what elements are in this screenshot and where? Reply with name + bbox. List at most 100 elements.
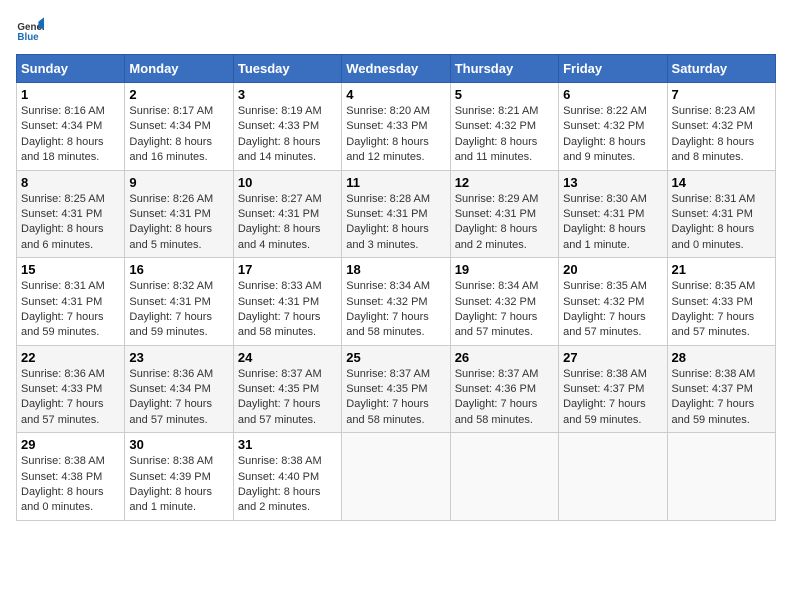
sunset-label: Sunset: 4:33 PM xyxy=(238,120,319,132)
day-number: 23 xyxy=(129,350,228,365)
calendar-header-row: SundayMondayTuesdayWednesdayThursdayFrid… xyxy=(17,55,776,83)
sunrise-label: Sunrise: 8:26 AM xyxy=(129,193,213,205)
sunrise-label: Sunrise: 8:38 AM xyxy=(238,455,322,467)
day-number: 1 xyxy=(21,87,120,102)
sunrise-label: Sunrise: 8:32 AM xyxy=(129,280,213,292)
sunrise-label: Sunrise: 8:34 AM xyxy=(455,280,539,292)
calendar-cell: 6 Sunrise: 8:22 AM Sunset: 4:32 PM Dayli… xyxy=(559,83,667,171)
day-info: Sunrise: 8:31 AM Sunset: 4:31 PM Dayligh… xyxy=(672,192,771,254)
sunset-label: Sunset: 4:32 PM xyxy=(346,296,427,308)
day-info: Sunrise: 8:37 AM Sunset: 4:36 PM Dayligh… xyxy=(455,367,554,429)
day-number: 29 xyxy=(21,437,120,452)
day-number: 4 xyxy=(346,87,445,102)
day-number: 30 xyxy=(129,437,228,452)
calendar-cell xyxy=(559,433,667,521)
day-number: 8 xyxy=(21,175,120,190)
sunrise-label: Sunrise: 8:16 AM xyxy=(21,105,105,117)
day-number: 5 xyxy=(455,87,554,102)
calendar-cell: 30 Sunrise: 8:38 AM Sunset: 4:39 PM Dayl… xyxy=(125,433,233,521)
day-info: Sunrise: 8:38 AM Sunset: 4:37 PM Dayligh… xyxy=(563,367,662,429)
calendar-week-3: 15 Sunrise: 8:31 AM Sunset: 4:31 PM Dayl… xyxy=(17,258,776,346)
sunset-label: Sunset: 4:31 PM xyxy=(21,296,102,308)
day-number: 15 xyxy=(21,262,120,277)
sunrise-label: Sunrise: 8:33 AM xyxy=(238,280,322,292)
sunset-label: Sunset: 4:31 PM xyxy=(672,208,753,220)
daylight-label: Daylight: 8 hours and 4 minutes. xyxy=(238,223,321,250)
day-number: 27 xyxy=(563,350,662,365)
sunset-label: Sunset: 4:31 PM xyxy=(563,208,644,220)
daylight-label: Daylight: 8 hours and 16 minutes. xyxy=(129,136,212,163)
sunrise-label: Sunrise: 8:38 AM xyxy=(21,455,105,467)
header-thursday: Thursday xyxy=(450,55,558,83)
daylight-label: Daylight: 8 hours and 0 minutes. xyxy=(21,486,104,513)
sunrise-label: Sunrise: 8:30 AM xyxy=(563,193,647,205)
daylight-label: Daylight: 7 hours and 59 minutes. xyxy=(129,311,212,338)
day-number: 21 xyxy=(672,262,771,277)
day-number: 24 xyxy=(238,350,337,365)
calendar-cell: 31 Sunrise: 8:38 AM Sunset: 4:40 PM Dayl… xyxy=(233,433,341,521)
day-info: Sunrise: 8:21 AM Sunset: 4:32 PM Dayligh… xyxy=(455,104,554,166)
calendar-cell: 13 Sunrise: 8:30 AM Sunset: 4:31 PM Dayl… xyxy=(559,170,667,258)
sunrise-label: Sunrise: 8:27 AM xyxy=(238,193,322,205)
sunrise-label: Sunrise: 8:38 AM xyxy=(563,368,647,380)
calendar-cell: 20 Sunrise: 8:35 AM Sunset: 4:32 PM Dayl… xyxy=(559,258,667,346)
day-info: Sunrise: 8:27 AM Sunset: 4:31 PM Dayligh… xyxy=(238,192,337,254)
day-number: 20 xyxy=(563,262,662,277)
sunset-label: Sunset: 4:33 PM xyxy=(21,383,102,395)
calendar-cell: 27 Sunrise: 8:38 AM Sunset: 4:37 PM Dayl… xyxy=(559,345,667,433)
daylight-label: Daylight: 7 hours and 57 minutes. xyxy=(129,398,212,425)
page-header: General Blue xyxy=(16,16,776,44)
sunrise-label: Sunrise: 8:22 AM xyxy=(563,105,647,117)
sunrise-label: Sunrise: 8:37 AM xyxy=(346,368,430,380)
day-info: Sunrise: 8:29 AM Sunset: 4:31 PM Dayligh… xyxy=(455,192,554,254)
sunrise-label: Sunrise: 8:19 AM xyxy=(238,105,322,117)
sunset-label: Sunset: 4:32 PM xyxy=(563,120,644,132)
calendar-cell: 15 Sunrise: 8:31 AM Sunset: 4:31 PM Dayl… xyxy=(17,258,125,346)
sunrise-label: Sunrise: 8:17 AM xyxy=(129,105,213,117)
day-info: Sunrise: 8:35 AM Sunset: 4:32 PM Dayligh… xyxy=(563,279,662,341)
sunrise-label: Sunrise: 8:28 AM xyxy=(346,193,430,205)
sunset-label: Sunset: 4:31 PM xyxy=(346,208,427,220)
day-number: 9 xyxy=(129,175,228,190)
day-info: Sunrise: 8:19 AM Sunset: 4:33 PM Dayligh… xyxy=(238,104,337,166)
sunset-label: Sunset: 4:37 PM xyxy=(563,383,644,395)
calendar-cell: 18 Sunrise: 8:34 AM Sunset: 4:32 PM Dayl… xyxy=(342,258,450,346)
daylight-label: Daylight: 7 hours and 58 minutes. xyxy=(455,398,538,425)
calendar-cell: 4 Sunrise: 8:20 AM Sunset: 4:33 PM Dayli… xyxy=(342,83,450,171)
sunset-label: Sunset: 4:38 PM xyxy=(21,471,102,483)
day-number: 12 xyxy=(455,175,554,190)
calendar-cell: 11 Sunrise: 8:28 AM Sunset: 4:31 PM Dayl… xyxy=(342,170,450,258)
sunrise-label: Sunrise: 8:35 AM xyxy=(672,280,756,292)
calendar-cell xyxy=(342,433,450,521)
daylight-label: Daylight: 7 hours and 59 minutes. xyxy=(21,311,104,338)
sunset-label: Sunset: 4:39 PM xyxy=(129,471,210,483)
sunset-label: Sunset: 4:34 PM xyxy=(129,120,210,132)
day-number: 26 xyxy=(455,350,554,365)
sunset-label: Sunset: 4:34 PM xyxy=(129,383,210,395)
day-number: 11 xyxy=(346,175,445,190)
sunset-label: Sunset: 4:40 PM xyxy=(238,471,319,483)
day-info: Sunrise: 8:23 AM Sunset: 4:32 PM Dayligh… xyxy=(672,104,771,166)
day-info: Sunrise: 8:37 AM Sunset: 4:35 PM Dayligh… xyxy=(238,367,337,429)
calendar-cell xyxy=(667,433,775,521)
day-number: 31 xyxy=(238,437,337,452)
sunrise-label: Sunrise: 8:31 AM xyxy=(672,193,756,205)
sunset-label: Sunset: 4:35 PM xyxy=(238,383,319,395)
sunset-label: Sunset: 4:31 PM xyxy=(455,208,536,220)
daylight-label: Daylight: 8 hours and 11 minutes. xyxy=(455,136,538,163)
header-wednesday: Wednesday xyxy=(342,55,450,83)
sunrise-label: Sunrise: 8:36 AM xyxy=(21,368,105,380)
day-number: 16 xyxy=(129,262,228,277)
day-number: 6 xyxy=(563,87,662,102)
daylight-label: Daylight: 8 hours and 2 minutes. xyxy=(455,223,538,250)
day-number: 28 xyxy=(672,350,771,365)
sunrise-label: Sunrise: 8:36 AM xyxy=(129,368,213,380)
daylight-label: Daylight: 8 hours and 1 minute. xyxy=(563,223,646,250)
day-info: Sunrise: 8:20 AM Sunset: 4:33 PM Dayligh… xyxy=(346,104,445,166)
daylight-label: Daylight: 8 hours and 2 minutes. xyxy=(238,486,321,513)
calendar-cell: 25 Sunrise: 8:37 AM Sunset: 4:35 PM Dayl… xyxy=(342,345,450,433)
calendar-cell: 10 Sunrise: 8:27 AM Sunset: 4:31 PM Dayl… xyxy=(233,170,341,258)
calendar-cell: 23 Sunrise: 8:36 AM Sunset: 4:34 PM Dayl… xyxy=(125,345,233,433)
sunset-label: Sunset: 4:36 PM xyxy=(455,383,536,395)
sunset-label: Sunset: 4:32 PM xyxy=(672,120,753,132)
